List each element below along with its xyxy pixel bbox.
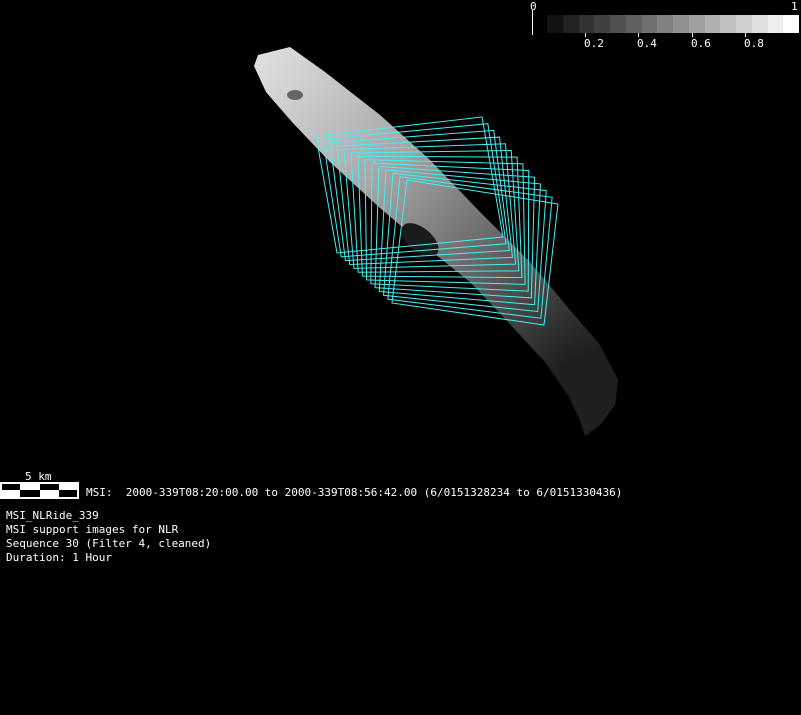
info-line: Sequence 30 (Filter 4, cleaned) bbox=[6, 537, 212, 550]
colorbar-tick-label: 0.8 bbox=[744, 37, 764, 50]
colorbar-swatch bbox=[578, 15, 595, 33]
colorbar-swatch bbox=[562, 15, 579, 33]
scale-bar-graphic bbox=[0, 482, 79, 499]
colorbar-swatch bbox=[704, 15, 721, 33]
colorbar-swatch bbox=[751, 15, 768, 33]
colorbar-swatch bbox=[610, 15, 626, 33]
colorbar-tick-label: 0.2 bbox=[584, 37, 604, 50]
colorbar-swatch bbox=[625, 15, 642, 33]
colorbar-swatch bbox=[720, 15, 737, 33]
colorbar-swatch bbox=[736, 15, 752, 33]
info-line: MSI_NLRide_339 bbox=[6, 509, 99, 522]
colorbar-swatch bbox=[594, 15, 611, 33]
colorbar-tick-label: 0.6 bbox=[691, 37, 711, 50]
colorbar-swatch bbox=[688, 15, 705, 33]
colorbar-swatch bbox=[641, 15, 658, 33]
colorbar-tick-label: 0.4 bbox=[637, 37, 657, 50]
info-line: Duration: 1 Hour bbox=[6, 551, 112, 564]
asteroid-eros bbox=[254, 47, 618, 436]
colorbar-swatch bbox=[547, 15, 563, 33]
colorbar-swatch bbox=[783, 15, 800, 33]
time-range-label: MSI: 2000-339T08:20:00.00 to 2000-339T08… bbox=[86, 486, 623, 499]
colorbar-swatch bbox=[657, 15, 674, 33]
colorbar-swatch bbox=[673, 15, 689, 33]
colorbar-swatch bbox=[767, 15, 784, 33]
colorbar-max-label: 1 bbox=[791, 0, 798, 13]
colorbar-min-label: 0 bbox=[530, 0, 537, 13]
info-line: MSI support images for NLR bbox=[6, 523, 179, 536]
crater bbox=[287, 90, 303, 100]
asteroid-view bbox=[254, 47, 618, 436]
